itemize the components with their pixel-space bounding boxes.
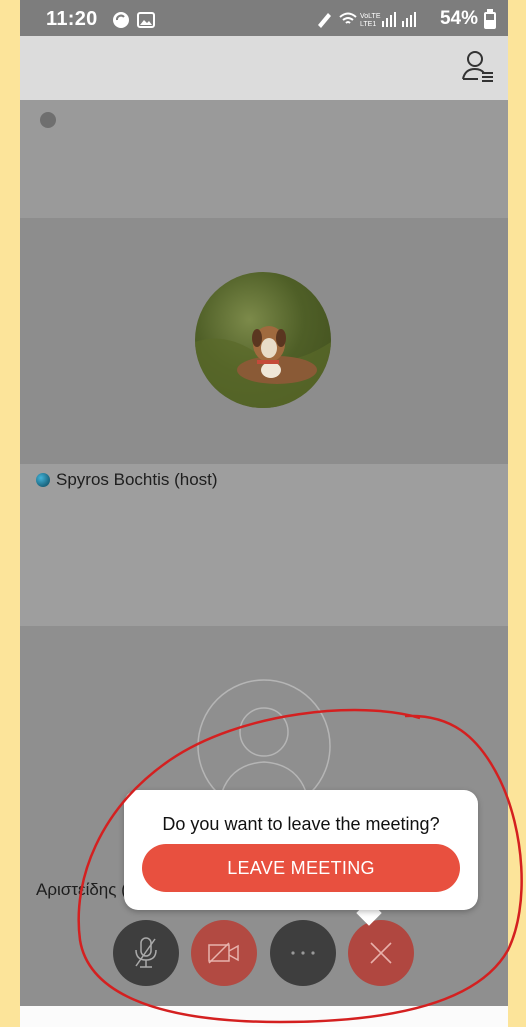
host-badge-icon [36,473,50,487]
camera-off-icon [208,942,239,964]
leave-meeting-button[interactable]: LEAVE MEETING [142,844,460,892]
microphone-muted-icon [135,937,157,968]
mute-microphone-button[interactable] [113,920,179,986]
sync-icon [113,12,129,28]
status-time: 11:20 [46,8,98,30]
svg-text:LTE1: LTE1 [360,21,376,28]
camera-off-button[interactable] [191,920,257,986]
battery-icon [484,9,496,29]
status-bar: 11:20 VoLTE LTE1 54% [20,0,508,36]
meeting-top-bar [20,36,508,100]
participant-tile-1[interactable] [20,100,508,218]
edit-icon [317,13,331,28]
leave-meeting-dialog: Do you want to leave the meeting? LEAVE … [124,790,478,910]
audio-indicator-icon [40,112,56,128]
participants-list-button[interactable] [460,49,496,85]
participants-list-icon [462,51,493,82]
host-name: Spyros Bochtis (host) [56,470,218,489]
participant-name-label-4: Αριστείδης (ι [36,880,131,899]
participant-name-label: Spyros Bochtis (host) [36,470,218,490]
volte-icon: VoLTE [360,13,381,20]
leave-dialog-question: Do you want to leave the meeting? [162,814,440,834]
status-right-icons: VoLTE LTE1 54% [314,6,496,32]
signal-icon [381,12,396,27]
status-left-icons [112,10,160,35]
battery-percentage: 54% [439,8,478,29]
meeting-controls [20,918,508,986]
signal-icon-2 [401,12,416,27]
participant-tile-3[interactable]: Spyros Bochtis (host) [20,464,508,626]
status-icons-strip: VoLTE LTE1 [317,12,416,28]
participant-tile-2[interactable] [20,218,508,464]
dog-photo-avatar [195,272,331,408]
navigation-bar [20,1006,508,1027]
more-options-button[interactable] [270,920,336,986]
ellipsis-icon [291,951,315,955]
close-icon [370,942,392,964]
wifi-icon [339,12,357,24]
close-button[interactable] [348,920,414,986]
